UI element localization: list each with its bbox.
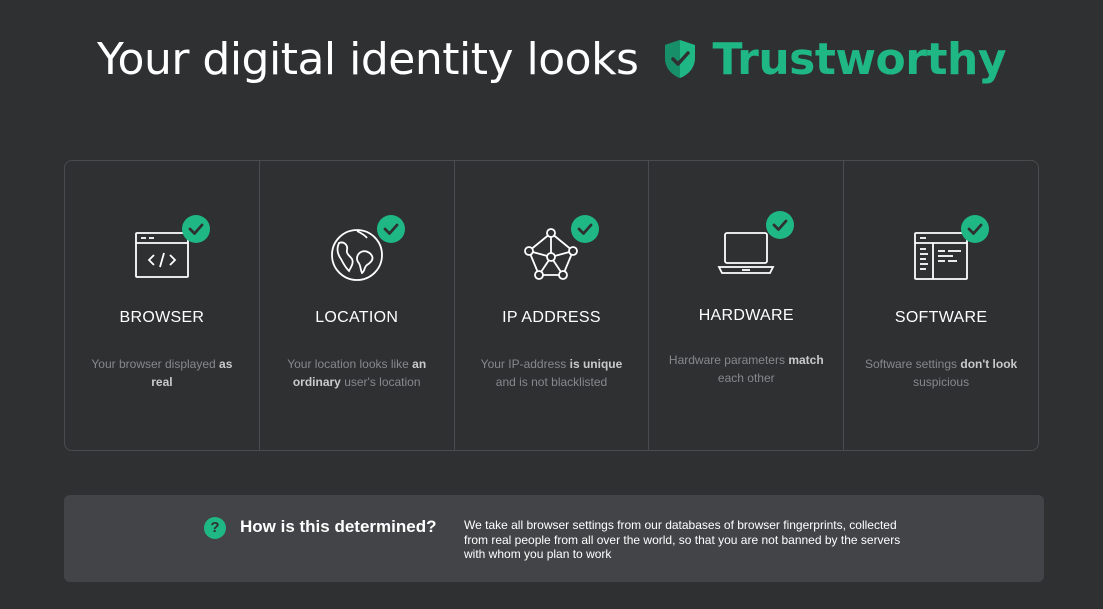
card-description: Software settings don't look suspicious	[864, 357, 1018, 389]
info-question[interactable]: How is this determined?	[240, 517, 436, 537]
identity-checks: BROWSER Your browser displayed as real L…	[64, 160, 1039, 451]
info-answer: We take all browser settings from our da…	[464, 518, 901, 561]
globe-icon	[327, 215, 405, 285]
headline-lead: Your digital identity looks	[96, 34, 639, 85]
check-icon	[961, 215, 990, 243]
card-title: IP ADDRESS	[502, 309, 601, 326]
headline: Your digital identity looks Trustworthy	[0, 30, 1103, 90]
info-panel: ? How is this determined? We take all br…	[64, 495, 1044, 582]
card-description: Your location looks like an ordinary use…	[287, 357, 427, 389]
card-title: HARDWARE	[698, 307, 794, 324]
card-location: LOCATION Your location looks like an ord…	[260, 161, 455, 450]
check-icon	[376, 215, 405, 243]
card-description: Your browser displayed as real	[91, 357, 233, 389]
shield-icon	[665, 40, 696, 78]
check-icon	[766, 211, 795, 239]
browser-code-icon	[132, 215, 210, 285]
card-hardware: HARDWARE Hardware parameters match each …	[649, 161, 845, 450]
card-description: Hardware parameters match each other	[668, 353, 824, 385]
question-icon[interactable]: ?	[204, 517, 226, 539]
card-title: LOCATION	[315, 309, 399, 326]
check-icon	[181, 215, 210, 243]
card-software: SOFTWARE Software settings don't look su…	[844, 161, 1038, 450]
card-description: Your IP-address is unique and is not bla…	[480, 357, 623, 389]
headline-verdict: Trustworthy	[712, 34, 1007, 85]
laptop-icon	[716, 211, 795, 281]
card-title: BROWSER	[119, 309, 205, 326]
terminal-window-icon	[911, 215, 990, 285]
card-ip-address: IP ADDRESS Your IP-address is unique and…	[455, 161, 650, 450]
check-icon	[571, 215, 600, 243]
network-icon	[521, 215, 600, 285]
card-browser: BROWSER Your browser displayed as real	[65, 161, 260, 450]
card-title: SOFTWARE	[894, 309, 988, 326]
